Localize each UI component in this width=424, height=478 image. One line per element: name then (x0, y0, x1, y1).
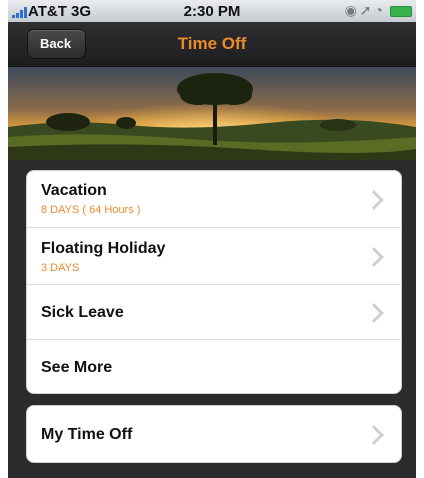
list-item-label: My Time Off (41, 426, 133, 443)
phone-screen: AT&T 3G 2:30 PM ◉➚◔ Back Time Off Vacati… (8, 0, 416, 478)
list-item-see-more[interactable]: See More (27, 340, 401, 394)
chevron-right-icon (364, 247, 384, 267)
my-time-off-list: My Time Off (26, 405, 402, 463)
status-bar: AT&T 3G 2:30 PM ◉➚◔ (8, 0, 416, 22)
chevron-right-icon (364, 190, 384, 210)
page-title: Time Off (177, 34, 247, 53)
location-icon: ◉➚◔ (344, 2, 386, 18)
list-item-label: Vacation (41, 182, 107, 199)
battery-icon (390, 6, 412, 17)
list-item-label: Floating Holiday (41, 240, 166, 257)
list-item-sick-leave[interactable]: Sick Leave (27, 285, 401, 340)
list-item-detail: 3 DAYS (41, 262, 80, 274)
list-item-label: Sick Leave (41, 304, 124, 321)
list-item-my-time-off[interactable]: My Time Off (27, 406, 401, 462)
navigation-bar: Back Time Off (8, 22, 416, 67)
chevron-right-icon (364, 303, 384, 323)
list-item-vacation[interactable]: Vacation 8 DAYS ( 64 Hours ) (27, 171, 401, 228)
time-off-list: Vacation 8 DAYS ( 64 Hours ) Floating Ho… (26, 170, 402, 394)
list-item-label: See More (41, 359, 113, 376)
list-item-floating-holiday[interactable]: Floating Holiday 3 DAYS (27, 228, 401, 285)
chevron-right-icon (364, 425, 384, 445)
header-banner-image (8, 67, 416, 160)
list-item-detail: 8 DAYS ( 64 Hours ) (41, 204, 141, 216)
